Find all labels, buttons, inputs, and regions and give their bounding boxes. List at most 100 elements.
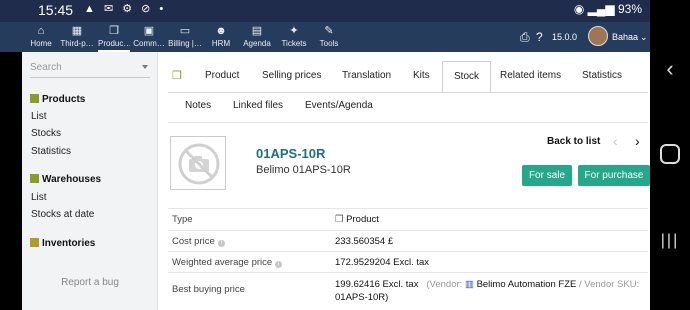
menu-item-stocks-at-date[interactable]: Stocks at date bbox=[31, 209, 94, 220]
product-cube-icon: ❒ bbox=[172, 70, 182, 82]
nav-label: Billing |… bbox=[168, 39, 202, 48]
detail-row-weighted-average-price: Weighted average price i 172.9529204 Excl… bbox=[168, 251, 648, 272]
menu-item-warehouses-list[interactable]: List bbox=[31, 192, 47, 203]
recent-apps-icon[interactable]: ||| bbox=[650, 232, 690, 250]
product-type-value: Product bbox=[346, 214, 379, 225]
tab-events-agenda[interactable]: Events/Agenda bbox=[305, 92, 373, 120]
detail-row-type: Type ❒ Product bbox=[168, 208, 648, 230]
nav-item-products[interactable]: ❒ Produc… bbox=[98, 22, 130, 52]
vendor-sku: 01APS-10R) bbox=[335, 292, 389, 303]
tab-statistics[interactable]: Statistics bbox=[582, 62, 622, 90]
signal-icon: ▂▄▆ bbox=[587, 2, 615, 16]
print-icon[interactable]: ⎙ bbox=[520, 22, 530, 52]
chevron-right-icon[interactable]: › bbox=[635, 133, 640, 149]
status-bar: 15:45 ▲ ✉ ⚙ ⊘ • ◉ ▂▄▆ 93% bbox=[0, 0, 650, 22]
home-icon: ⌂ bbox=[37, 25, 45, 37]
cube-icon: ❒ bbox=[335, 214, 347, 225]
tab-kits[interactable]: Kits bbox=[413, 62, 430, 90]
menu-heading-label: Products bbox=[42, 94, 86, 105]
menu-item-products-stocks[interactable]: Stocks bbox=[31, 128, 61, 139]
suitcase-icon: ▣ bbox=[143, 25, 155, 37]
nav-item-tools[interactable]: ✎ Tools bbox=[316, 22, 342, 52]
best-price-value: 199.62416 Excl. tax bbox=[335, 279, 419, 290]
detail-label: Weighted average price i bbox=[172, 257, 283, 268]
divider bbox=[168, 122, 648, 123]
box-icon bbox=[30, 174, 39, 183]
detail-label: Best buying price bbox=[172, 284, 245, 295]
detail-value: 233.560354 £ bbox=[335, 236, 394, 247]
search-input[interactable]: Search bbox=[30, 60, 150, 78]
product-ref: 01APS-10R bbox=[256, 146, 326, 161]
nav-label: Tools bbox=[319, 39, 339, 48]
chevron-left-icon[interactable]: ‹ bbox=[613, 133, 618, 149]
nav-item-hrm[interactable]: ☻ HRM bbox=[209, 22, 233, 52]
search-placeholder: Search bbox=[30, 62, 62, 73]
system-navigation-bar: ‹ ||| bbox=[650, 0, 690, 310]
nav-label: HRM bbox=[211, 39, 231, 48]
for-purchase-button[interactable]: For purchase bbox=[578, 165, 650, 186]
nav-label: Agenda bbox=[243, 39, 271, 48]
help-icon[interactable]: ? bbox=[536, 22, 543, 52]
chevron-down-icon[interactable]: ⌄ bbox=[640, 22, 648, 52]
building-icon: ▦ bbox=[71, 25, 83, 37]
calendar-icon: ▤ bbox=[251, 25, 263, 37]
nav-label: Third-p… bbox=[60, 39, 94, 48]
tab-selling-prices[interactable]: Selling prices bbox=[262, 62, 321, 90]
status-right: ◉ ▂▄▆ 93% bbox=[574, 2, 642, 16]
wifi-icon: ◉ bbox=[573, 2, 585, 16]
detail-value: ❒ Product bbox=[335, 214, 379, 225]
notification-icons: ▲ ✉ ⚙ ⊘ • bbox=[84, 3, 167, 15]
menu-heading-warehouses[interactable]: Warehouses bbox=[30, 174, 101, 185]
info-icon[interactable]: i bbox=[217, 240, 225, 247]
menu-item-products-statistics[interactable]: Statistics bbox=[31, 146, 71, 157]
nav-item-tickets[interactable]: ✦ Tickets bbox=[279, 22, 309, 52]
chevron-down-icon[interactable] bbox=[142, 65, 148, 69]
report-bug-link[interactable]: Report a bug bbox=[22, 277, 158, 288]
nav-item-agenda[interactable]: ▤ Agenda bbox=[242, 22, 272, 52]
info-icon[interactable]: i bbox=[275, 261, 283, 268]
nav-item-billing[interactable]: ▭ Billing |… bbox=[168, 22, 202, 52]
tab-linked-files[interactable]: Linked files bbox=[233, 92, 283, 120]
product-label: Belimo 01APS-10R bbox=[256, 164, 351, 176]
menu-heading-inventories[interactable]: Inventories bbox=[30, 238, 95, 249]
menu-heading-products[interactable]: Products bbox=[30, 94, 85, 105]
menu-item-products-list[interactable]: List bbox=[31, 111, 47, 122]
phone-screen: 15:45 ▲ ✉ ⚙ ⊘ • ◉ ▂▄▆ 93% ⌂ Home ▦ Third… bbox=[0, 0, 690, 310]
detail-value: 199.62416 Excl. tax (Vendor: ▥ Belimo Au… bbox=[335, 278, 647, 304]
wrench-icon: ✎ bbox=[324, 25, 334, 37]
home-icon bbox=[660, 144, 680, 164]
main-content: ❒ Product Selling prices Translation Kit… bbox=[158, 52, 650, 310]
tab-product[interactable]: Product bbox=[205, 62, 239, 90]
cost-price-label: Cost price bbox=[172, 236, 215, 247]
user-icon: ☻ bbox=[215, 25, 227, 37]
user-name[interactable]: Bahaa bbox=[612, 22, 638, 52]
detail-label: Type bbox=[172, 214, 193, 225]
nav-label: Comm… bbox=[133, 39, 165, 48]
avatar[interactable] bbox=[588, 26, 608, 46]
nav-item-home[interactable]: ⌂ Home bbox=[28, 22, 54, 52]
tab-related-items[interactable]: Related items bbox=[500, 62, 561, 90]
tab-stock[interactable]: Stock bbox=[442, 61, 492, 93]
product-photo-placeholder[interactable] bbox=[170, 136, 226, 190]
money-icon: ▭ bbox=[179, 25, 191, 37]
menu-heading-label: Inventories bbox=[42, 238, 96, 249]
no-photo-icon bbox=[178, 143, 220, 185]
nav-item-commercial[interactable]: ▣ Comm… bbox=[132, 22, 166, 52]
nav-item-thirdparties[interactable]: ▦ Third-p… bbox=[60, 22, 94, 52]
nav-label: Produc… bbox=[98, 39, 130, 48]
wap-label: Weighted average price bbox=[172, 257, 273, 268]
ticket-icon: ✦ bbox=[289, 25, 299, 37]
for-sale-button[interactable]: For sale bbox=[522, 165, 572, 186]
back-to-list-link[interactable]: Back to list bbox=[547, 136, 600, 147]
back-icon[interactable]: ‹ bbox=[650, 56, 690, 82]
tab-notes[interactable]: Notes bbox=[185, 92, 211, 120]
vendor-link[interactable]: Belimo Automation FZE bbox=[477, 279, 577, 290]
nav-label: Tickets bbox=[281, 39, 307, 48]
tab-translation[interactable]: Translation bbox=[342, 62, 391, 90]
home-button[interactable] bbox=[650, 144, 690, 164]
detail-row-cost-price: Cost price i 233.560354 £ bbox=[168, 230, 648, 251]
cube-icon: ❒ bbox=[109, 25, 119, 37]
detail-value: 172.9529204 Excl. tax bbox=[335, 257, 430, 268]
clock: 15:45 bbox=[38, 2, 74, 18]
battery-level: 93% bbox=[617, 2, 642, 16]
